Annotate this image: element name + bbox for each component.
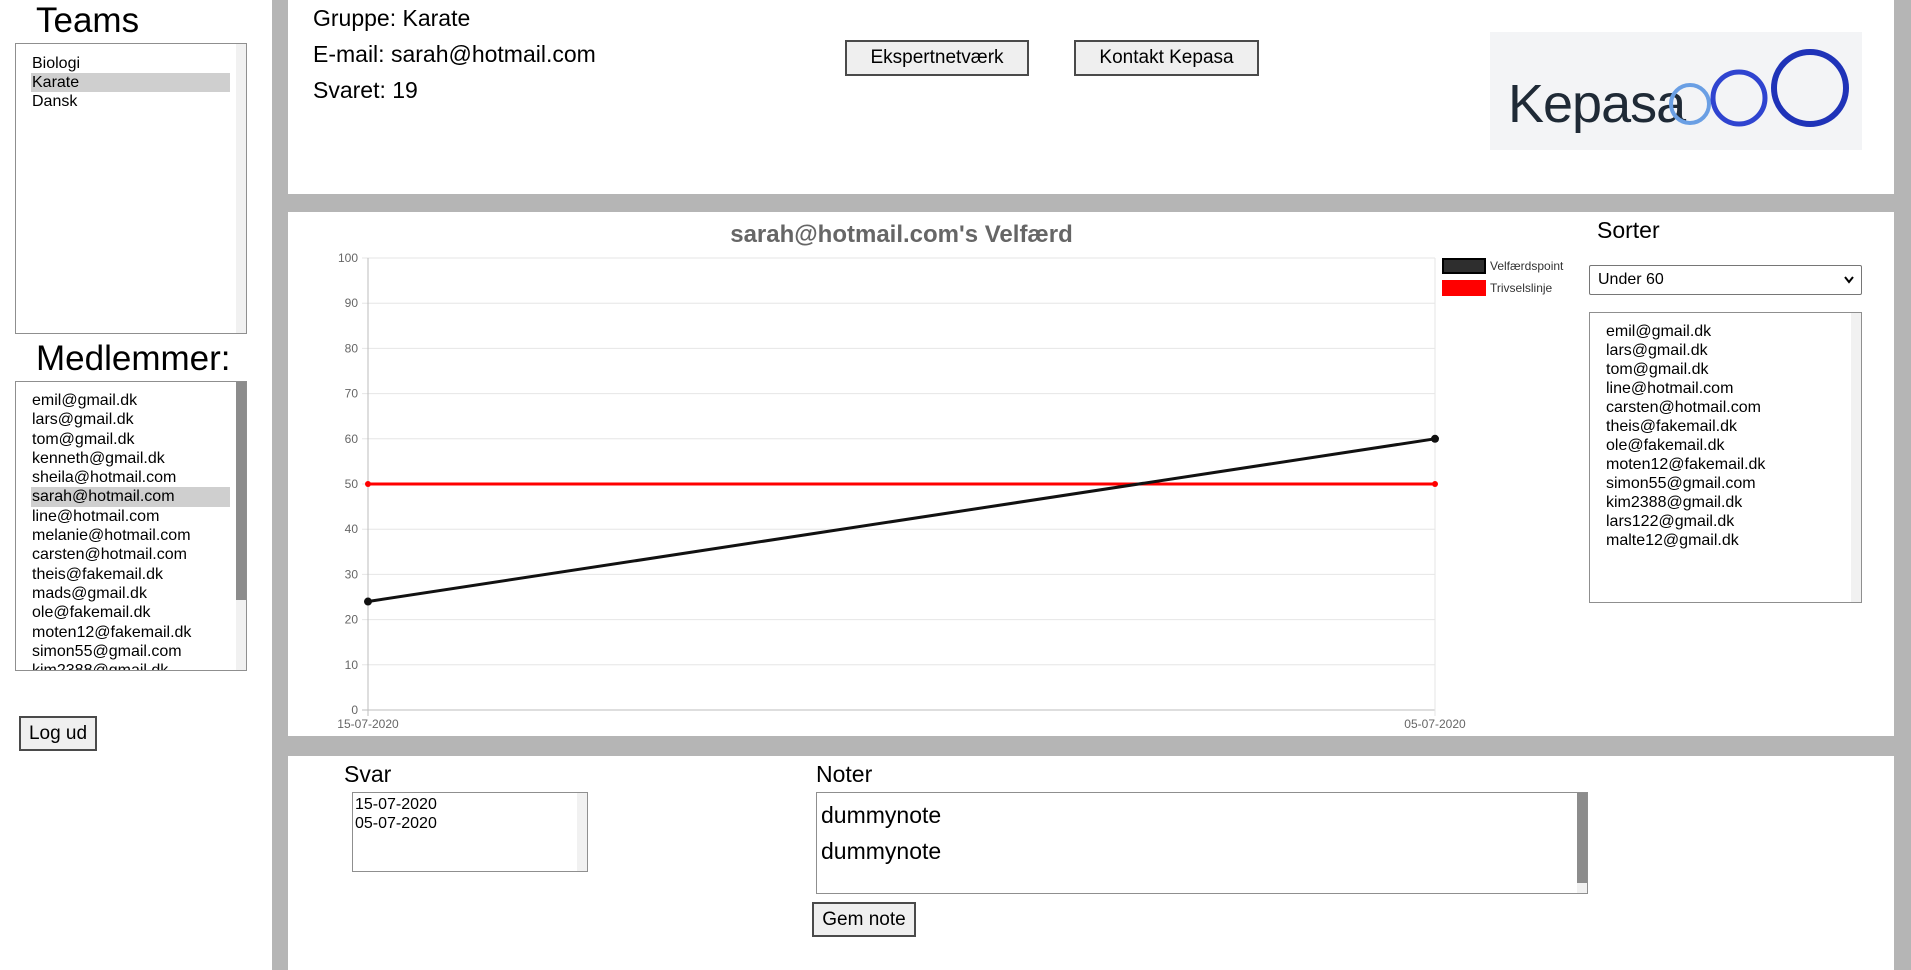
member-item[interactable]: line@hotmail.com <box>31 507 230 526</box>
teams-title: Teams <box>36 1 140 40</box>
y-tick-label: 100 <box>338 251 358 265</box>
sort-result-item[interactable]: emil@gmail.dk <box>1591 322 1790 341</box>
x-tick-label: 05-07-2020 <box>1404 717 1466 731</box>
data-point <box>365 481 371 487</box>
sort-result-item[interactable]: tom@gmail.dk <box>1591 360 1790 379</box>
kepasa-logo-text: Kepasa <box>1508 74 1687 134</box>
data-point <box>1432 481 1438 487</box>
logo-circle-medium <box>1710 69 1768 127</box>
members-title: Medlemmer: <box>36 339 231 378</box>
sort-select[interactable]: Under 60 <box>1589 265 1862 295</box>
logout-button[interactable]: Log ud <box>19 716 97 751</box>
legend-label: Trivselslinje <box>1490 281 1553 295</box>
sort-result-item[interactable]: lars122@gmail.dk <box>1591 512 1790 531</box>
logo-circle-large <box>1771 49 1849 127</box>
notes-title: Noter <box>816 761 873 787</box>
y-tick-label: 50 <box>345 477 359 491</box>
sort-results-listbox[interactable]: emil@gmail.dk lars@gmail.dk tom@gmail.dk li… <box>1589 312 1862 603</box>
y-tick-label: 10 <box>345 658 359 672</box>
sort-result-item[interactable]: malte12@gmail.dk <box>1591 531 1790 550</box>
note-line: dummynote <box>821 802 942 828</box>
member-item[interactable]: sheila@hotmail.com <box>31 468 230 487</box>
teams-scrollbar[interactable] <box>236 44 246 333</box>
y-tick-label: 0 <box>351 703 358 717</box>
chart-title: sarah@hotmail.com's Velfærd <box>730 221 1073 248</box>
notes-textarea[interactable]: dummynote dummynote <box>816 792 1588 894</box>
sort-result-item[interactable]: lars@gmail.dk <box>1591 341 1790 360</box>
y-tick-label: 40 <box>345 522 359 536</box>
sort-result-item[interactable]: carsten@hotmail.com <box>1591 398 1790 417</box>
frame-left-bar <box>272 0 288 970</box>
data-point <box>364 597 372 606</box>
answers-title: Svar <box>344 761 392 787</box>
legend-swatch <box>1442 280 1486 296</box>
frame-divider-2 <box>272 736 1911 756</box>
members-scrollbar[interactable] <box>236 382 246 670</box>
member-item[interactable]: carsten@hotmail.com <box>31 545 230 564</box>
answer-item[interactable]: 05-07-2020 <box>353 814 552 833</box>
legend-label: Velfærdspoint <box>1490 259 1564 273</box>
sort-results-scrollbar[interactable] <box>1851 313 1861 602</box>
sort-result-item[interactable]: moten12@fakemail.dk <box>1591 455 1790 474</box>
wellbeing-chart: sarah@hotmail.com's Velfærd 0 10 20 30 40 50 60… <box>337 221 1564 731</box>
answers-listbox[interactable]: 15-07-2020 05-07-2020 <box>352 792 588 872</box>
member-item[interactable]: sarah@hotmail.com <box>31 487 230 507</box>
sort-result-item[interactable]: kim2388@gmail.dk <box>1591 493 1790 512</box>
save-note-button[interactable]: Gem note <box>812 902 916 937</box>
kepasa-logo: Kepasa <box>1490 32 1862 150</box>
sort-select-value: Under 60 <box>1598 271 1664 288</box>
data-point <box>1431 434 1439 443</box>
team-item[interactable]: Biologi <box>31 54 230 73</box>
members-scrollbar-thumb[interactable] <box>236 382 246 600</box>
sort-title: Sorter <box>1597 217 1660 243</box>
email-label: E-mail: sarah@hotmail.com <box>313 41 596 67</box>
member-item[interactable]: tom@gmail.dk <box>31 430 230 449</box>
sort-result-item[interactable]: ole@fakemail.dk <box>1591 436 1790 455</box>
member-item[interactable]: kenneth@gmail.dk <box>31 449 230 468</box>
member-item[interactable]: ole@fakemail.dk <box>31 603 230 622</box>
team-item[interactable]: Karate <box>31 73 230 92</box>
frame-divider-1 <box>272 194 1911 212</box>
x-tick-label: 15-07-2020 <box>337 717 399 731</box>
member-item[interactable]: kim2388@gmail.dk <box>31 661 230 670</box>
sort-result-item[interactable]: line@hotmail.com <box>1591 379 1790 398</box>
member-item[interactable]: mads@gmail.dk <box>31 584 230 603</box>
notes-scrollbar[interactable] <box>1577 793 1587 893</box>
sort-result-item[interactable]: theis@fakemail.dk <box>1591 417 1790 436</box>
team-item[interactable]: Dansk <box>31 92 230 111</box>
frame-right-bar <box>1894 0 1911 970</box>
y-tick-label: 70 <box>345 387 359 401</box>
series-line <box>367 437 1436 604</box>
y-tick-label: 30 <box>345 567 359 581</box>
answered-count: Svaret: 19 <box>313 77 418 103</box>
notes-scrollbar-thumb[interactable] <box>1577 793 1587 883</box>
group-label: Gruppe: Karate <box>313 5 471 31</box>
y-tick-label: 90 <box>345 296 359 310</box>
note-line: dummynote <box>821 838 942 864</box>
member-item[interactable]: emil@gmail.dk <box>31 391 230 410</box>
sort-result-item[interactable]: simon55@gmail.com <box>1591 474 1790 493</box>
teams-listbox[interactable]: Biologi Karate Dansk <box>15 43 247 334</box>
member-item[interactable]: lars@gmail.dk <box>31 410 230 429</box>
legend-swatch <box>1442 258 1486 274</box>
y-tick-label: 20 <box>345 613 359 627</box>
contact-kepasa-button[interactable]: Kontakt Kepasa <box>1074 40 1259 76</box>
answer-item[interactable]: 15-07-2020 <box>353 795 552 814</box>
member-item[interactable]: theis@fakemail.dk <box>31 565 230 584</box>
member-item[interactable]: melanie@hotmail.com <box>31 526 230 545</box>
members-listbox[interactable]: emil@gmail.dk lars@gmail.dk tom@gmail.dk ke… <box>15 381 247 671</box>
y-tick-label: 60 <box>345 432 359 446</box>
answers-scrollbar[interactable] <box>577 793 587 871</box>
chevron-down-icon <box>1843 273 1855 292</box>
member-item[interactable]: moten12@fakemail.dk <box>31 623 230 642</box>
y-tick-label: 80 <box>345 341 359 355</box>
member-item[interactable]: simon55@gmail.com <box>31 642 230 661</box>
expert-network-button[interactable]: Ekspertnetværk <box>845 40 1029 76</box>
